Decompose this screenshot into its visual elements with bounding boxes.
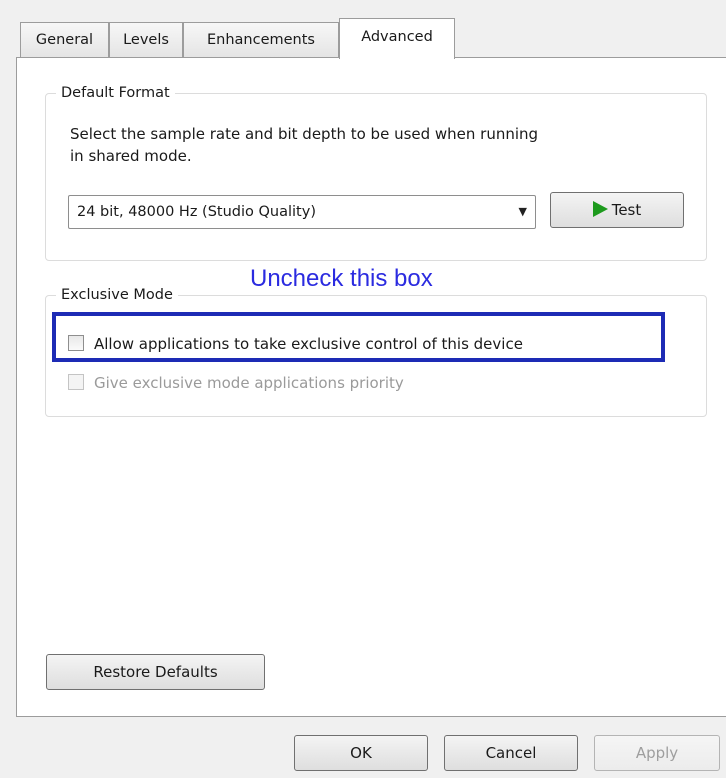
test-button[interactable]: Test	[550, 192, 684, 228]
restore-defaults-button[interactable]: Restore Defaults	[46, 654, 265, 690]
exclusive-priority-row: Give exclusive mode applications priorit…	[68, 372, 668, 394]
default-format-group: Default Format Select the sample rate an…	[45, 83, 707, 261]
exclusive-mode-title: Exclusive Mode	[56, 285, 178, 305]
ok-button[interactable]: OK	[294, 735, 428, 771]
default-format-description-line1: Select the sample rate and bit depth to …	[70, 125, 539, 143]
exclusive-priority-label: Give exclusive mode applications priorit…	[94, 374, 404, 392]
tab-enhancements[interactable]: Enhancements	[183, 22, 339, 58]
default-format-title: Default Format	[56, 83, 175, 103]
exclusive-priority-checkbox	[68, 374, 84, 390]
tab-advanced[interactable]: Advanced	[339, 18, 455, 59]
advanced-panel: Default Format Select the sample rate an…	[16, 57, 726, 717]
annotation-highlight-box	[52, 312, 665, 362]
sample-rate-dropdown[interactable]: 24 bit, 48000 Hz (Studio Quality) ▼	[68, 195, 536, 229]
sample-rate-selected-value: 24 bit, 48000 Hz (Studio Quality)	[77, 204, 316, 220]
test-button-label: Test	[611, 201, 642, 219]
annotation-text: Uncheck this box	[250, 265, 433, 292]
default-format-description-line2: in shared mode.	[70, 147, 192, 165]
tab-levels[interactable]: Levels	[109, 22, 183, 58]
dropdown-arrow-icon: ▼	[518, 205, 527, 218]
play-icon	[592, 201, 608, 217]
tab-general[interactable]: General	[20, 22, 109, 58]
cancel-button[interactable]: Cancel	[444, 735, 578, 771]
apply-button[interactable]: Apply	[594, 735, 720, 771]
